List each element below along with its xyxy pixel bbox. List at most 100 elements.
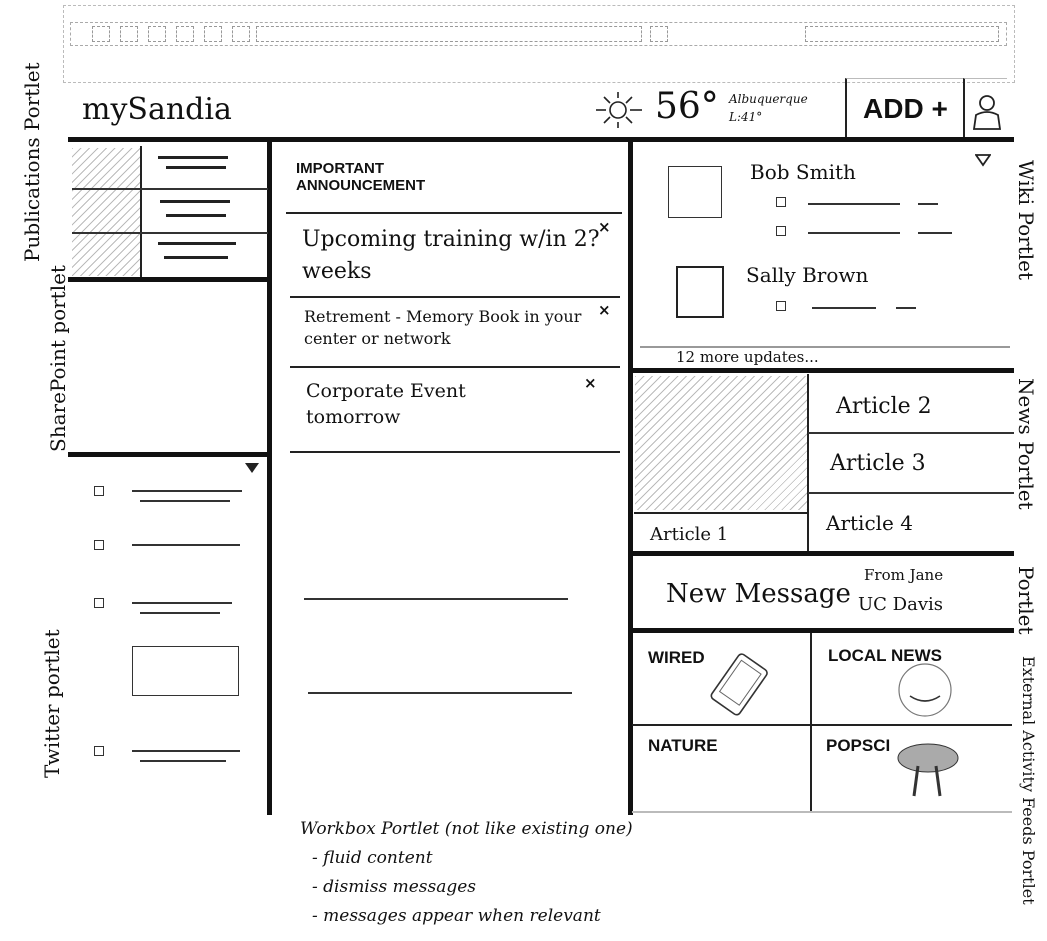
feed-tile-wired[interactable]: WIRED — [648, 648, 705, 668]
wiki-update-line — [918, 232, 952, 234]
wiki-update-line — [812, 307, 876, 309]
workbox-divider — [290, 366, 620, 368]
article-image[interactable] — [635, 376, 807, 510]
article-divider — [634, 512, 808, 514]
publication-thumbnails[interactable] — [72, 148, 142, 276]
feed-divider — [632, 724, 1012, 726]
workbox-message: Upcoming training w/in 2? weeks — [302, 227, 600, 284]
publication-row-divider — [72, 188, 268, 190]
message-sender: From Jane — [864, 566, 944, 584]
add-button[interactable]: ADD + — [845, 78, 963, 138]
tree-icon — [897, 743, 959, 797]
publication-title-line[interactable] — [166, 214, 226, 217]
publication-title-line[interactable] — [164, 256, 228, 259]
face-icon — [898, 663, 952, 717]
tweet-avatar — [94, 540, 104, 550]
add-button-label: ADD + — [863, 93, 948, 124]
publications-portlet-label: Publications Portlet — [20, 62, 44, 262]
portlet-divider — [632, 368, 1014, 373]
workbox-empty-line — [304, 598, 568, 600]
notes-bullet: - dismiss messages — [312, 877, 477, 897]
toolbar-button[interactable] — [148, 26, 166, 42]
wiki-portlet-label: Wiki Portlet — [1014, 160, 1038, 281]
wiki-update-checkbox[interactable] — [776, 301, 786, 311]
tweet-avatar — [94, 486, 104, 496]
wiki-avatar[interactable] — [668, 166, 722, 218]
tweet-line — [132, 490, 242, 492]
toolbar-button[interactable] — [204, 26, 222, 42]
publication-title-line[interactable] — [158, 242, 236, 245]
portlet-divider — [68, 277, 268, 282]
wiki-update-line — [808, 232, 900, 234]
article-divider — [808, 492, 1014, 494]
workbox-heading: IMPORTANT ANNOUNCEMENT — [296, 160, 426, 194]
wiki-person-name[interactable]: Bob Smith — [750, 160, 856, 184]
article-link[interactable]: Article 2 — [836, 394, 932, 419]
workbox-message: Retrement - Memory Book in your center o… — [304, 307, 582, 348]
wiki-avatar[interactable] — [676, 266, 724, 318]
article-link[interactable]: Article 3 — [830, 451, 926, 476]
weather-low: L:41° — [729, 110, 763, 124]
publication-title-line[interactable] — [166, 166, 226, 169]
dismiss-button[interactable]: × — [598, 218, 611, 236]
browser-search-bar[interactable] — [805, 26, 999, 42]
workbox-empty-line — [308, 692, 572, 694]
feed-tile-nature[interactable]: NATURE — [648, 736, 718, 756]
wiki-update-checkbox[interactable] — [776, 226, 786, 236]
toolbar-button[interactable] — [176, 26, 194, 42]
weather-temperature: 56° — [655, 86, 719, 127]
publication-title-line[interactable] — [158, 156, 228, 159]
tweet-line — [140, 760, 226, 762]
toolbar-button[interactable] — [120, 26, 138, 42]
news-portlet-label: News Portlet — [1014, 378, 1038, 510]
tweet-image[interactable] — [132, 646, 239, 696]
feeds-bottom-edge — [632, 811, 1012, 813]
portlet-divider — [632, 628, 1014, 633]
weather-city: Albuquerque — [729, 92, 808, 106]
tweet-line — [132, 602, 232, 604]
toolbar-button[interactable] — [92, 26, 110, 42]
message-sender-org: UC Davis — [858, 594, 943, 615]
publication-title-line[interactable] — [160, 200, 230, 203]
article-divider — [808, 432, 1014, 434]
notes-bullet: - fluid content — [312, 848, 433, 868]
notes-title: Workbox Portlet (not like existing one) — [300, 819, 633, 839]
portlet-divider — [68, 452, 268, 457]
article-link[interactable]: Article 4 — [826, 511, 913, 535]
twitter-portlet-label: Twitter portlet — [40, 629, 64, 778]
dismiss-button[interactable]: × — [598, 301, 611, 319]
workbox-message: Corporate Event tomorrow — [306, 380, 466, 428]
toolbar-button[interactable] — [232, 26, 250, 42]
tweet-avatar — [94, 598, 104, 608]
workbox-divider — [290, 451, 620, 453]
article-link[interactable]: Article 1 — [650, 524, 728, 545]
tweet-line — [140, 612, 220, 614]
user-menu-button[interactable] — [963, 78, 1007, 138]
header-divider — [68, 137, 1014, 142]
external-feeds-portlet-label: External Activity Feeds Portlet — [1019, 656, 1038, 905]
dropdown-triangle-icon[interactable] — [244, 462, 260, 474]
workbox-divider — [290, 296, 620, 298]
more-updates-link[interactable]: 12 more updates... — [676, 348, 819, 366]
tweet-line — [132, 750, 240, 752]
dismiss-button[interactable]: × — [584, 374, 597, 392]
wiki-update-line — [896, 307, 916, 309]
left-column-divider — [267, 142, 272, 815]
sun-icon — [596, 92, 642, 128]
wiki-person-name[interactable]: Sally Brown — [746, 263, 868, 287]
workbox-divider — [286, 212, 622, 214]
toolbar-button[interactable] — [650, 26, 668, 42]
tweet-avatar — [94, 746, 104, 756]
wiki-update-checkbox[interactable] — [776, 197, 786, 207]
message-portlet-label: Portlet — [1014, 566, 1038, 635]
new-message-link[interactable]: New Message — [666, 579, 851, 609]
phone-icon — [710, 653, 768, 716]
right-column-divider — [628, 142, 633, 815]
article-divider — [807, 374, 809, 552]
feed-divider — [810, 633, 812, 811]
app-title: mySandia — [82, 92, 232, 127]
address-bar[interactable] — [256, 26, 642, 42]
tweet-line — [132, 544, 240, 546]
portlet-divider — [632, 551, 1014, 556]
dropdown-triangle-icon[interactable] — [975, 154, 991, 167]
